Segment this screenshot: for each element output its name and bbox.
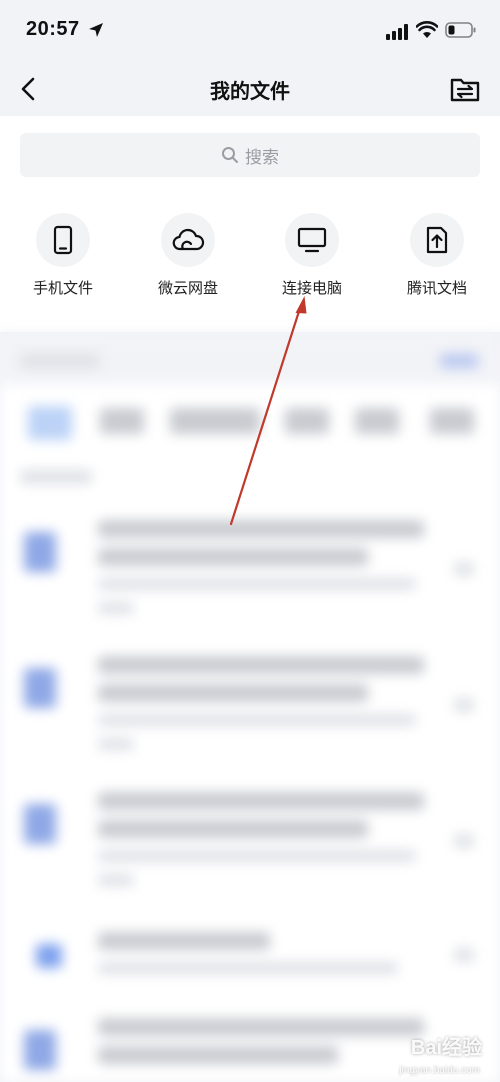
blurred-recent-files [0,332,500,1082]
quick-item-weiyun[interactable]: 微云网盘 [138,213,238,298]
quick-access-row: 手机文件 微云网盘 连接电脑 腾讯文档 [0,213,500,313]
folder-transfer-icon [450,78,480,102]
signal-icon [386,24,408,40]
page-title: 我的文件 [210,79,290,103]
quick-item-phone-files[interactable]: 手机文件 [13,213,113,298]
watermark-url: jingyan.baidu.com [399,1065,480,1076]
phone-icon [53,225,73,255]
search-icon [222,147,238,163]
quick-item-tencent-docs[interactable]: 腾讯文档 [387,213,487,298]
quick-icon-circle [285,213,339,267]
quick-label: 连接电脑 [281,279,342,297]
quick-icon-circle [161,213,215,267]
watermark-logo: Bai经验 [410,1037,482,1059]
quick-icon-circle [410,213,464,267]
search-input[interactable]: 搜索 [20,133,480,177]
top-section: 搜索 手机文件 微云网盘 连接电脑 腾讯文档 [0,116,500,332]
quick-label: 腾讯文档 [406,279,467,297]
cloud-icon [172,228,205,251]
document-upload-icon [426,226,448,254]
search-placeholder: 搜索 [245,147,279,168]
quick-item-connect-pc[interactable]: 连接电脑 [262,213,362,298]
monitor-icon [297,227,327,253]
location-arrow-icon [89,23,103,37]
quick-label: 手机文件 [32,279,93,297]
battery-icon [445,22,476,38]
nav-bar: 我的文件 [0,60,500,116]
blurred-section-header [0,332,500,384]
wifi-icon [416,21,438,38]
status-time: 20:57 [26,18,80,40]
folder-transfer-button[interactable] [449,74,481,104]
quick-icon-circle [36,213,90,267]
quick-label: 微云网盘 [157,279,218,297]
status-bar: 20:57 [0,0,500,60]
